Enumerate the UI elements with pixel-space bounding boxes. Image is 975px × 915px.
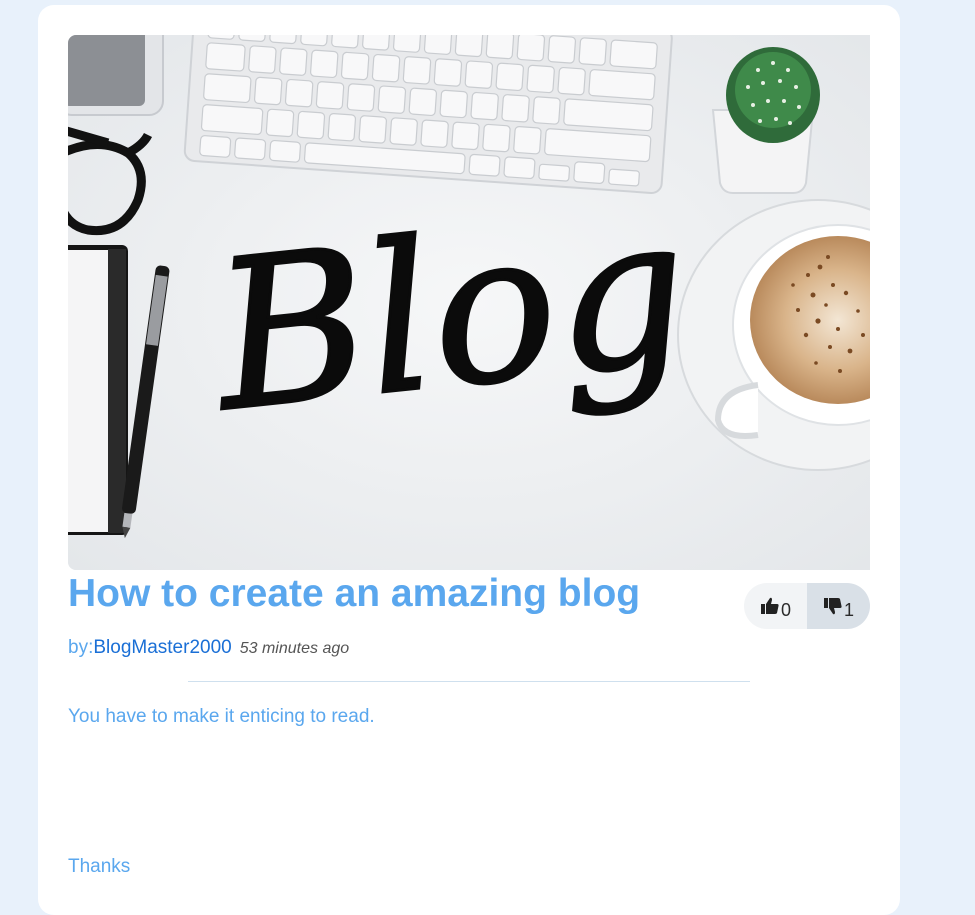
downvote-button[interactable]: 1: [807, 583, 870, 629]
post-card: Blog How to create an amazing blog 0 1 b…: [38, 5, 900, 915]
vote-group: 0 1: [744, 583, 870, 629]
post-timestamp: 53 minutes ago: [239, 640, 350, 657]
upvote-button[interactable]: 0: [744, 583, 807, 629]
post-signoff: Thanks: [68, 856, 131, 877]
notebook-illustration: [68, 245, 128, 535]
thumbs-down-icon: [823, 598, 842, 615]
post-title: How to create an amazing blog: [68, 572, 641, 615]
hero-word: Blog: [201, 171, 698, 457]
post-body: You have to make it enticing to read.: [68, 706, 375, 727]
downvote-count: 1: [843, 599, 854, 620]
byline-prefix: by:: [68, 637, 94, 658]
author-link[interactable]: BlogMaster2000: [93, 637, 231, 658]
phone-illustration: [68, 35, 164, 116]
post-hero-image: Blog: [68, 35, 870, 570]
upvote-count: 0: [780, 599, 791, 620]
thumbs-up-icon: [760, 597, 779, 614]
byline: by:BlogMaster2000 53 minutes ago: [68, 637, 349, 659]
divider: [188, 681, 750, 682]
